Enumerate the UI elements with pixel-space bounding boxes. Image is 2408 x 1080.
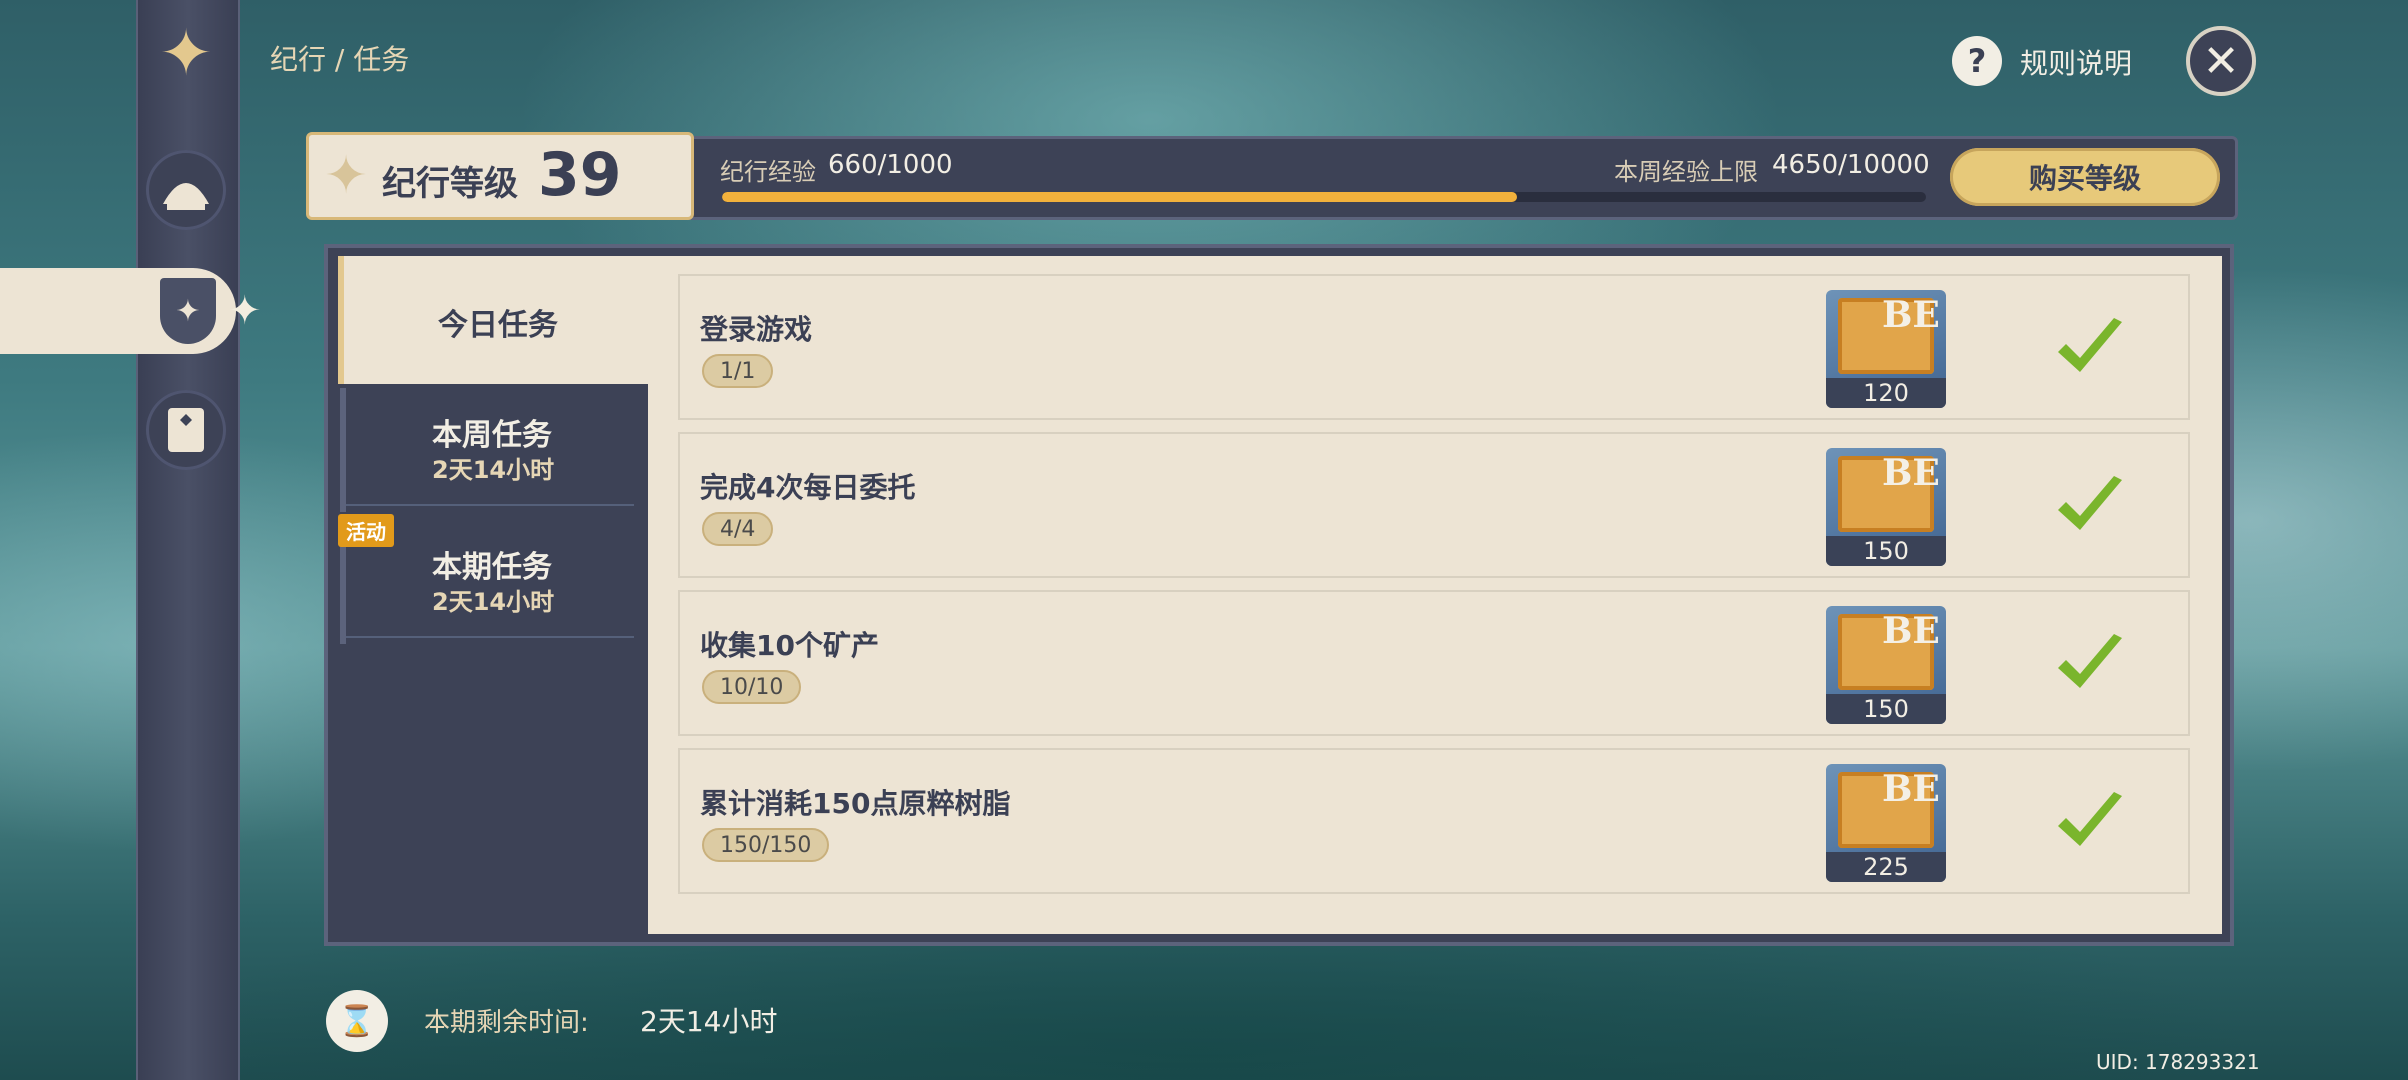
tab-divider [346,636,634,638]
reward-item[interactable]: BE 120 [1826,290,1946,408]
reward-letters: BE [1882,294,1940,336]
level-label: 纪行等级 [382,164,518,204]
task-row: 登录游戏 1/1 BE 120 [678,274,2190,420]
exp-value: 660/1000 [828,150,953,180]
reward-amount: 120 [1826,378,1946,408]
task-progress: 10/10 [702,670,802,704]
task-row: 收集10个矿产 10/10 BE 150 [678,590,2190,736]
task-title: 收集10个矿产 [700,629,879,662]
reward-amount: 150 [1826,536,1946,566]
level-number: 39 [538,140,622,210]
task-row: 累计消耗150点原粹树脂 150/150 BE 225 [678,748,2190,894]
reward-letters: BE [1882,610,1940,652]
week-cap-label: 本周经验上限 [1614,158,1758,186]
reward-amount: 150 [1826,694,1946,724]
checkmark-icon [2058,318,2122,372]
reward-amount: 225 [1826,852,1946,882]
tab-weekly-time: 2天14小时 [432,456,555,484]
event-badge: 活动 [338,514,394,547]
exp-progress-bar [722,192,1926,202]
tab-divider [346,504,634,506]
reward-item[interactable]: BE 150 [1826,448,1946,566]
exp-label: 纪行经验 [720,158,816,186]
rail-book-button[interactable] [146,390,226,470]
tab-weekly-marker [340,388,346,512]
timer-value: 2天14小时 [640,1005,778,1038]
reward-item[interactable]: BE 225 [1826,764,1946,882]
tab-daily[interactable]: 今日任务 [338,256,648,384]
emblem-icon: ✦ [159,17,213,91]
mission-banner-icon: ✦ [160,278,216,344]
checkmark-icon [2058,634,2122,688]
uid-text: UID: 178293321 [2096,1050,2260,1074]
breadcrumb: 纪行 / 任务 [270,43,410,76]
task-progress: 1/1 [702,354,774,388]
reward-letters: BE [1882,768,1940,810]
task-row: 完成4次每日委托 4/4 BE 150 [678,432,2190,578]
close-icon: ✕ [2202,35,2240,87]
timer-icon: ⌛ [326,990,388,1052]
help-icon[interactable]: ? [1952,36,2002,86]
task-progress: 150/150 [702,828,830,862]
shell-icon [163,183,209,210]
book-icon [168,408,204,452]
timer-label: 本期剩余时间: [424,1008,589,1038]
task-progress: 4/4 [702,512,774,546]
exp-progress-fill [722,192,1517,202]
week-cap-value: 4650/10000 [1772,150,1930,180]
task-title: 完成4次每日委托 [700,471,916,504]
level-emblem-icon: ✦ [324,146,368,206]
checkmark-icon [2058,476,2122,530]
task-title: 登录游戏 [700,313,813,346]
reward-item[interactable]: BE 150 [1826,606,1946,724]
tab-weekly-label: 本周任务 [432,418,552,453]
rail-shell-button[interactable] [146,150,226,230]
sparkle-icon: ✦ [228,288,262,334]
tab-daily-label: 今日任务 [438,308,558,343]
tab-period-label: 本期任务 [432,550,552,585]
task-title: 累计消耗150点原粹树脂 [700,787,1011,820]
tab-period-time: 2天14小时 [432,588,555,616]
rules-button[interactable]: 规则说明 [2020,42,2132,82]
tab-weekly[interactable]: 本周任务 2天14小时 [338,388,648,516]
reward-letters: BE [1882,452,1940,494]
close-button[interactable]: ✕ [2186,26,2256,96]
checkmark-icon [2058,792,2122,846]
buy-level-button[interactable]: 购买等级 [1950,148,2220,206]
